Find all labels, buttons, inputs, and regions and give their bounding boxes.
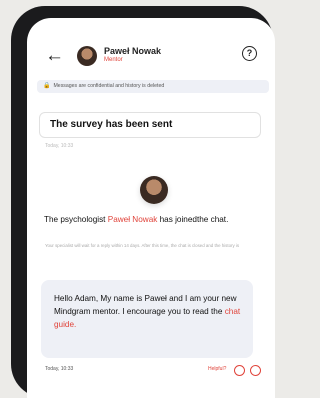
back-arrow-icon[interactable]: ← (45, 45, 67, 67)
confidential-notice: 🔒 Messages are confidential and history i… (37, 80, 269, 93)
message-timestamp: Today, 10:33 (45, 366, 74, 372)
help-icon[interactable]: ? (242, 46, 257, 61)
notice-text: Messages are confidential and history is… (53, 83, 165, 89)
phone-frame: ← Paweł Nowak Mentor ? 🔒 Messages are con… (11, 6, 275, 398)
message-text: Hello Adam, My name is Paweł and I am yo… (54, 292, 246, 331)
psychologist-name-link[interactable]: Paweł Nowak (108, 215, 158, 224)
message-bubble: Hello Adam, My name is Paweł and I am yo… (41, 280, 253, 358)
lock-icon: 🔒 (43, 83, 51, 89)
survey-sent-text: The survey has been sent (50, 119, 173, 130)
survey-sent-card[interactable]: The survey has been sent (39, 112, 261, 138)
thumbs-up-icon[interactable] (234, 365, 245, 376)
thumbs-down-icon[interactable] (250, 365, 262, 376)
chat-header: ← Paweł Nowak Mentor ? (27, 42, 275, 76)
joined-prefix: The psychologist (44, 215, 106, 224)
reaction-buttons (233, 363, 262, 381)
joined-suffix: has joinedthe chat. (159, 215, 229, 224)
chat-screen: ← Paweł Nowak Mentor ? 🔒 Messages are con… (27, 18, 275, 398)
avatar[interactable] (77, 46, 97, 66)
psychologist-avatar (140, 176, 168, 204)
message-body: Hello Adam, My name is Paweł and I am yo… (54, 294, 237, 316)
contact-status: Mentor (104, 57, 123, 63)
contact-name: Paweł Nowak (104, 46, 162, 56)
reply-window-note: Your specialist will wait for a reply wi… (45, 243, 240, 248)
helpful-label: Helpful? (208, 366, 227, 372)
timestamp: Today, 10:33 (45, 143, 74, 149)
joined-message: The psychologist Paweł Nowak has joinedt… (44, 214, 248, 226)
